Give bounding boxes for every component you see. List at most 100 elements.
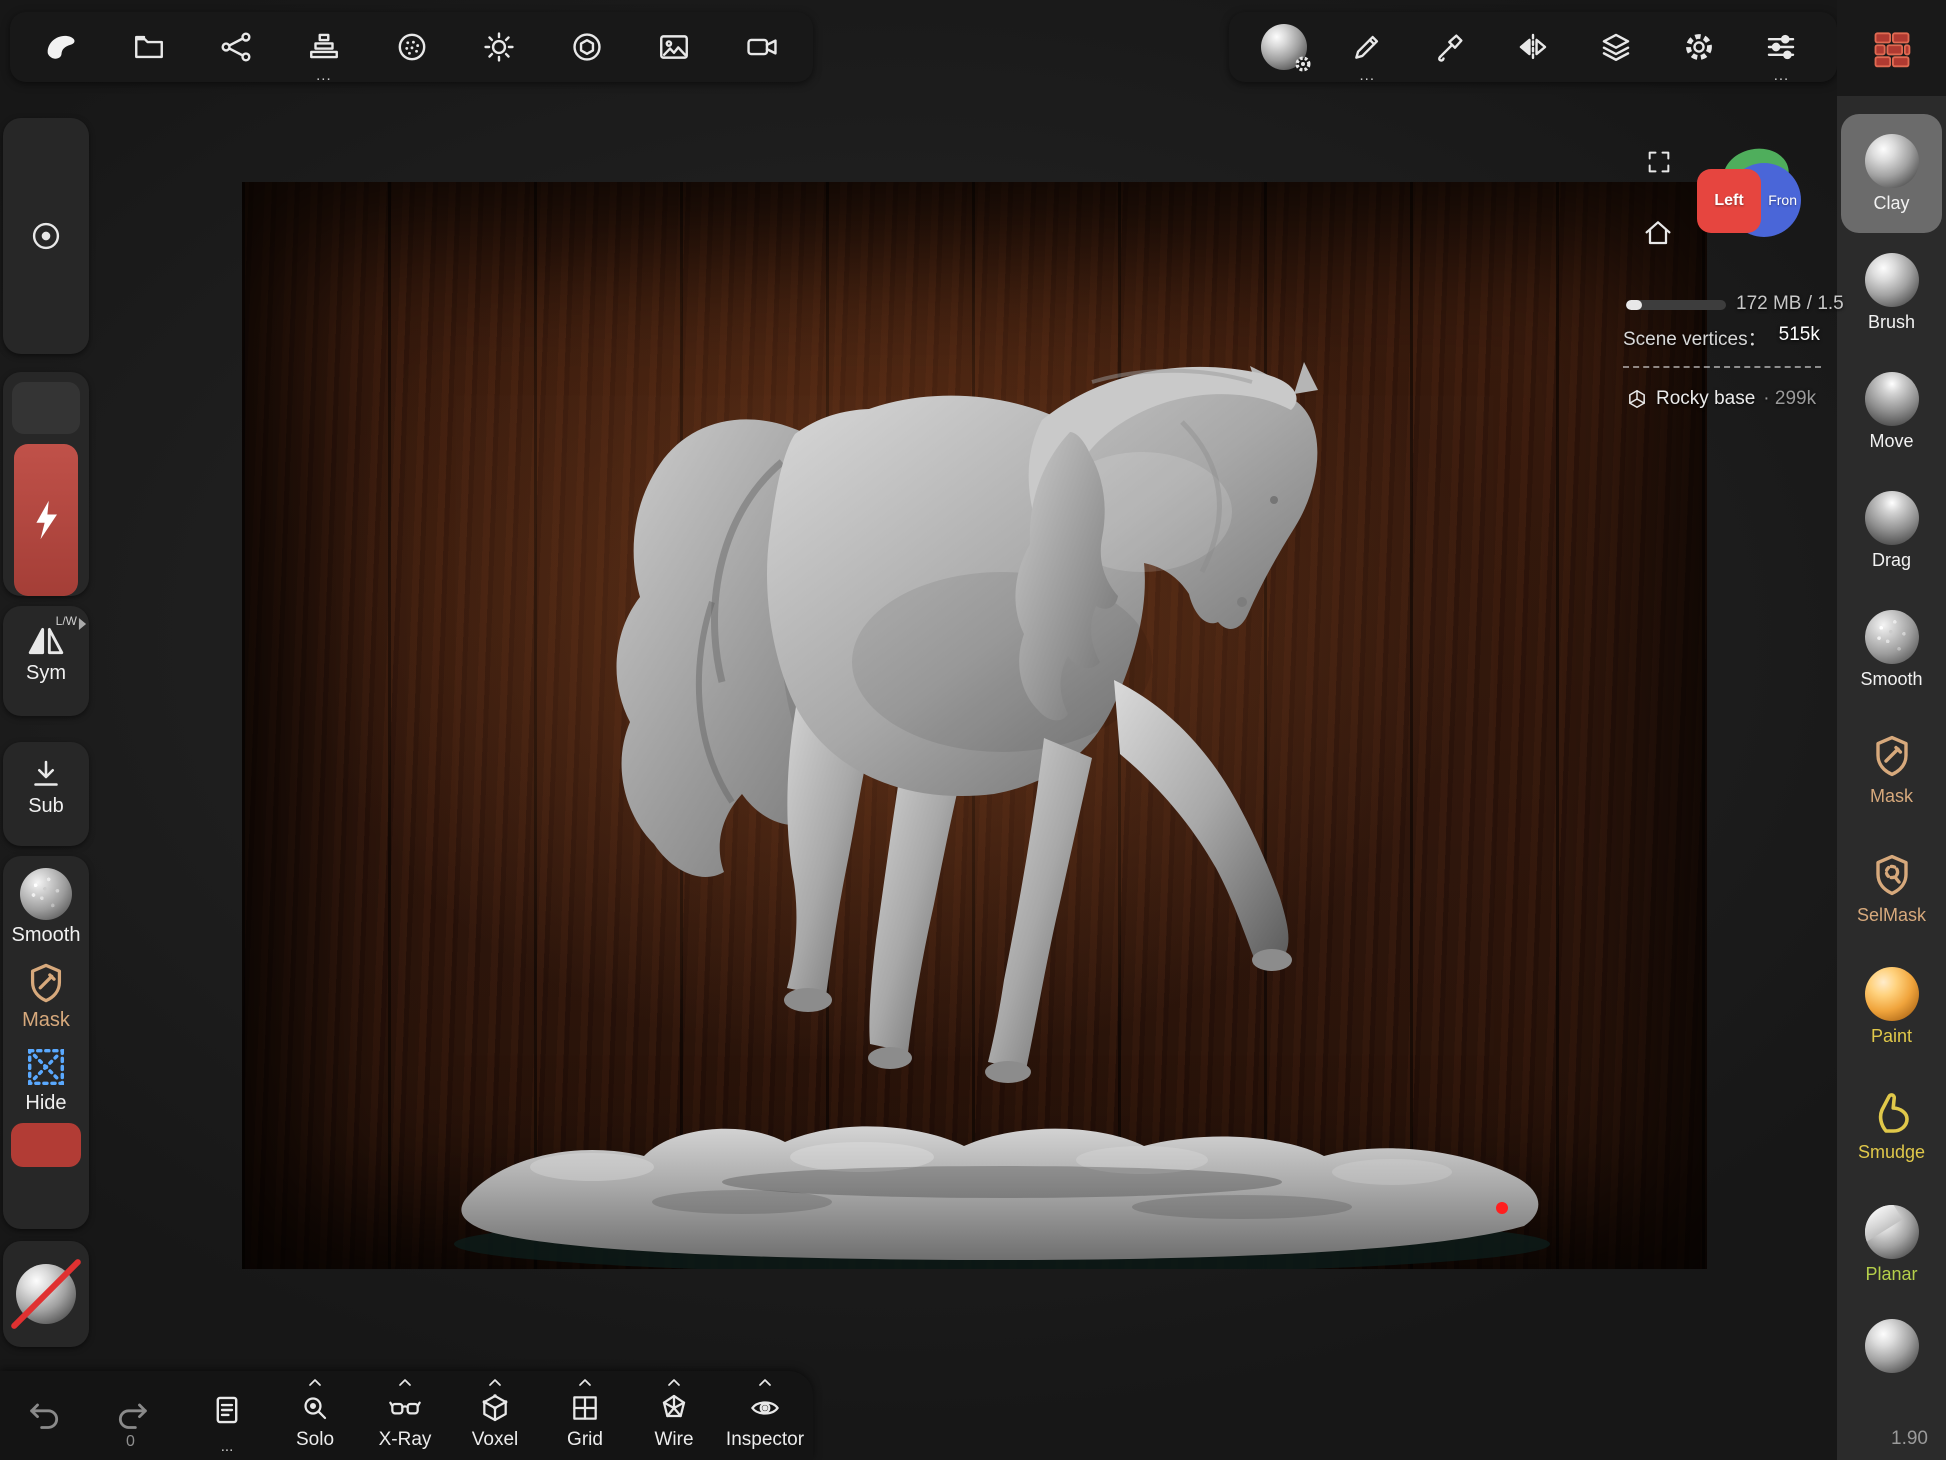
lighting-icon[interactable] (470, 12, 528, 82)
red-slash (10, 1258, 82, 1330)
gizmo-left-label: Left (1714, 192, 1743, 210)
left-tool-hide[interactable]: Hide (3, 1032, 89, 1115)
wire-icon (658, 1392, 690, 1424)
grid-icon (569, 1392, 601, 1424)
sym-expand-arrow-icon[interactable] (78, 618, 87, 630)
grid-button[interactable]: Grid (540, 1371, 630, 1460)
tool-selmask[interactable]: SelMask (1837, 828, 1946, 947)
tool-move[interactable]: Move (1837, 352, 1946, 471)
object-mesh-icon (1626, 388, 1648, 410)
tool-brush-label: Brush (1868, 312, 1915, 333)
left-tool-smooth[interactable]: Smooth (3, 856, 89, 947)
gizmo-left-face[interactable]: Left (1697, 169, 1761, 233)
left-tool-mask[interactable]: Mask (3, 947, 89, 1032)
tool-paint-label: Paint (1871, 1026, 1912, 1047)
wire-button[interactable]: Wire (629, 1371, 719, 1460)
right-toolbar: Clay Brush Move Drag Smooth Mask SelMask (1837, 0, 1946, 1460)
tool-selmask-label: SelMask (1857, 905, 1926, 926)
gizmo-front-label: Fron (1768, 192, 1797, 208)
settings-gear-icon[interactable] (1670, 12, 1728, 82)
voxel-button[interactable]: Voxel (450, 1371, 540, 1460)
postprocess-icon[interactable] (558, 12, 616, 82)
mask-shield-icon (23, 959, 69, 1007)
voxel-remesh-icon[interactable] (383, 12, 441, 82)
left-panel-stroke (3, 118, 89, 354)
inspector-button[interactable]: Inspector (720, 1371, 810, 1460)
tool-drag[interactable]: Drag (1837, 471, 1946, 590)
sub-arrow-icon (28, 756, 64, 792)
material-sphere-icon[interactable] (1255, 12, 1313, 82)
planar-facet (1865, 1205, 1903, 1243)
hide-label: Hide (25, 1092, 66, 1115)
orientation-gizmo[interactable]: Fron Left (1697, 147, 1801, 251)
tool-brush[interactable]: Brush (1837, 233, 1946, 352)
redo-button[interactable] (112, 1395, 152, 1435)
sliders-ellipsis: ... (1752, 71, 1810, 81)
stroke-pencil-icon[interactable]: ... (1338, 12, 1396, 82)
layers-icon[interactable] (1587, 12, 1645, 82)
tool-move-label: Move (1869, 431, 1913, 452)
history-ellipsis: ... (221, 1443, 234, 1451)
scene-vertices-row: Scene vertices： 515k (1623, 324, 1820, 351)
cursor-dot (1496, 1202, 1508, 1214)
redo-count: 0 (126, 1433, 135, 1451)
undo-button[interactable] (25, 1395, 65, 1435)
mask-label: Mask (22, 1009, 70, 1032)
caret-up-icon (487, 1377, 503, 1387)
version-label: 1.90 (1891, 1428, 1928, 1450)
dyntopo-toggle[interactable] (14, 444, 78, 596)
brush-sphere-icon (1865, 253, 1919, 307)
bricks-icon[interactable] (1870, 26, 1914, 70)
fullscreen-button[interactable] (1645, 148, 1673, 176)
no-falloff-icon (16, 1264, 76, 1324)
fullscreen-icon (1645, 148, 1673, 176)
tool-clay[interactable]: Clay (1841, 114, 1942, 233)
grid-label: Grid (567, 1429, 603, 1451)
selmask-shield-icon (1868, 850, 1916, 900)
left-tool-partial[interactable] (11, 1123, 81, 1167)
stamp-brush-icon[interactable] (1421, 12, 1479, 82)
tool-smooth[interactable]: Smooth (1837, 590, 1946, 709)
xray-button[interactable]: X-Ray (360, 1371, 450, 1460)
pencil-ellipsis: ... (1338, 71, 1396, 81)
sym-mirror-icon (26, 624, 66, 658)
left-panel-dyntopo (3, 372, 89, 596)
dyntopo-secondary-button[interactable] (12, 382, 80, 434)
solo-button[interactable]: Solo (270, 1371, 360, 1460)
hide-dotted-icon (23, 1044, 69, 1090)
multires-ellipsis: ... (295, 71, 353, 81)
tool-smooth-label: Smooth (1860, 669, 1922, 690)
scene-graph-icon[interactable] (207, 12, 265, 82)
nomad-logo[interactable] (32, 12, 90, 82)
background-icon[interactable] (645, 12, 703, 82)
left-panel-falloff[interactable] (3, 1241, 89, 1347)
material-sphere (1261, 24, 1307, 70)
scene-vertices-label: Scene vertices： (1623, 324, 1767, 351)
tool-paint[interactable]: Paint (1837, 947, 1946, 1066)
scene-object-row[interactable]: Rocky base · 299k (1626, 388, 1816, 410)
smooth-sphere-icon (1865, 610, 1919, 664)
xray-label: X-Ray (379, 1429, 432, 1451)
xray-icon (388, 1392, 422, 1424)
tool-smudge[interactable]: Smudge (1837, 1066, 1946, 1185)
caret-up-icon (757, 1377, 773, 1387)
camera-icon[interactable] (733, 12, 791, 82)
extra-sphere-icon (1865, 1319, 1919, 1373)
bottom-toolbar: 0 ... Solo X-Ray Voxel Grid (0, 1371, 813, 1460)
files-icon[interactable] (120, 12, 178, 82)
home-button[interactable] (1642, 217, 1674, 249)
tool-mask[interactable]: Mask (1837, 709, 1946, 828)
symmetry-icon[interactable] (1504, 12, 1562, 82)
tool-drag-label: Drag (1872, 550, 1911, 571)
interface-sliders-icon[interactable]: ... (1752, 12, 1810, 82)
material-gear-icon (1293, 54, 1313, 74)
multires-icon[interactable]: ... (295, 12, 353, 82)
paint-sphere-icon (1865, 967, 1919, 1021)
tool-extra[interactable] (1837, 1304, 1946, 1388)
left-panel-symmetry[interactable]: L/W Sym (3, 606, 89, 716)
viewport-canvas[interactable] (242, 182, 1707, 1269)
history-button[interactable]: ... (182, 1371, 272, 1460)
tool-planar[interactable]: Planar (1837, 1185, 1946, 1304)
left-panel-sub[interactable]: Sub (3, 742, 89, 846)
falloff-circle-icon[interactable] (29, 219, 63, 253)
